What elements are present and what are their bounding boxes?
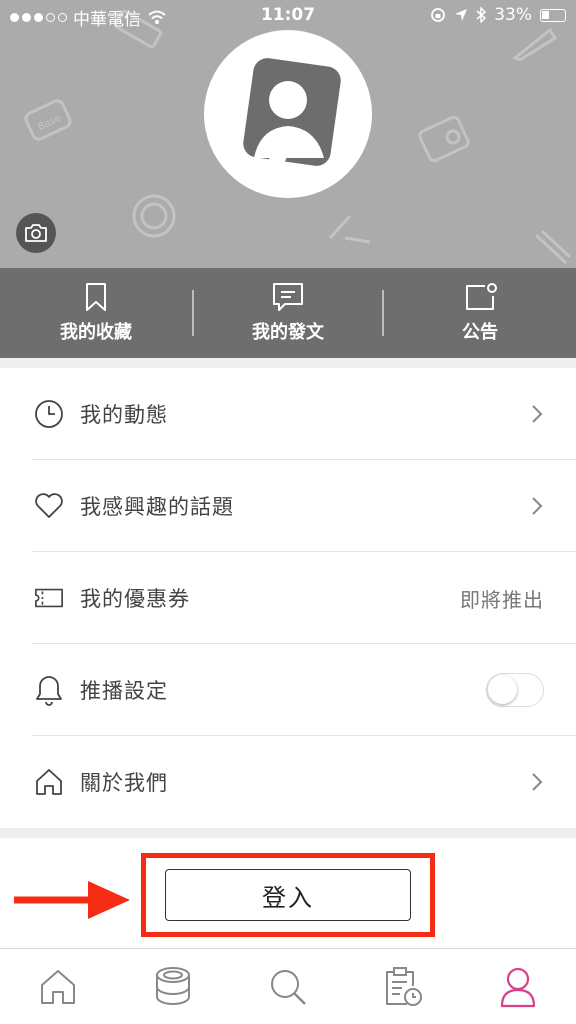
toggle-knob — [488, 675, 517, 704]
menu-item-label: 推播設定 — [80, 679, 168, 703]
menu-item-label: 我的動態 — [80, 403, 168, 427]
tab-search[interactable] — [230, 949, 345, 1024]
profile-icon — [501, 967, 536, 1007]
login-button[interactable]: 登入 — [165, 869, 411, 921]
tab-profile[interactable] — [461, 949, 576, 1024]
menu-item-about[interactable]: 關於我們 — [0, 736, 576, 828]
section-gap — [0, 358, 576, 368]
notice-icon — [466, 283, 497, 310]
push-notification-toggle[interactable] — [486, 673, 544, 707]
rotation-lock-icon — [431, 8, 446, 22]
profile-actions: 我的收藏 我的發文 公告 — [0, 268, 576, 358]
razor-decor-icon — [328, 214, 371, 244]
tab-bar — [0, 948, 576, 1024]
battery-percent: 33% — [494, 5, 532, 25]
my-posts-label: 我的發文 — [252, 322, 324, 343]
compact-decor-icon — [132, 194, 176, 238]
bookmark-icon — [86, 283, 106, 311]
status-right: 33% — [430, 5, 566, 25]
menu-item-interests[interactable]: 我感興趣的話題 — [0, 460, 576, 552]
bell-icon — [36, 676, 62, 706]
coming-soon-text: 即將推出 — [460, 587, 544, 612]
tab-products[interactable] — [115, 949, 230, 1024]
my-favorites-label: 我的收藏 — [60, 322, 132, 343]
foundation-decor-icon: Base — [24, 99, 72, 141]
section-gap — [0, 828, 576, 838]
menu-item-label: 我感興趣的話題 — [80, 495, 234, 519]
home-icon — [36, 769, 62, 795]
menu-item-label: 我的優惠券 — [80, 587, 190, 611]
home-icon — [40, 969, 75, 1004]
clock-icon — [35, 400, 63, 428]
status-bar: 中華電信 11:07 33% — [0, 0, 576, 32]
palette-decor-icon — [418, 115, 470, 163]
my-favorites-button[interactable]: 我的收藏 — [0, 268, 192, 358]
chevron-right-icon — [532, 497, 543, 515]
avatar[interactable] — [204, 30, 372, 198]
menu-item-push-settings: 推播設定 — [0, 644, 576, 736]
camera-icon — [25, 224, 47, 242]
ticket-icon — [35, 588, 63, 608]
menu-item-coupons[interactable]: 我的優惠券 即將推出 — [0, 552, 576, 644]
bluetooth-icon — [476, 7, 487, 23]
announcements-label: 公告 — [462, 322, 498, 343]
schedule-icon — [386, 966, 423, 1006]
chevron-right-icon — [532, 405, 543, 423]
arrow-annotation-icon — [14, 881, 130, 919]
tab-home[interactable] — [0, 949, 115, 1024]
search-icon — [271, 969, 306, 1005]
menu-item-activity[interactable]: 我的動態 — [0, 368, 576, 460]
tab-schedule[interactable] — [346, 949, 461, 1024]
compact-icon — [155, 966, 190, 1005]
battery-icon — [540, 8, 566, 22]
settings-menu: 我的動態 我感興趣的話題 我的優惠券 即將推出 推播設定 關於我們 — [0, 368, 576, 828]
lipstick-decor-icon — [534, 229, 572, 265]
default-avatar-icon — [243, 58, 341, 174]
chevron-right-icon — [532, 773, 543, 791]
change-cover-button[interactable] — [16, 213, 56, 253]
menu-item-label: 關於我們 — [80, 771, 168, 795]
announcements-button[interactable]: 公告 — [384, 268, 576, 358]
message-icon — [273, 283, 303, 311]
heart-icon — [35, 493, 63, 518]
location-icon — [455, 9, 468, 21]
profile-cover: Base 中華電信 11:07 33% — [0, 0, 576, 268]
my-posts-button[interactable]: 我的發文 — [192, 268, 384, 358]
